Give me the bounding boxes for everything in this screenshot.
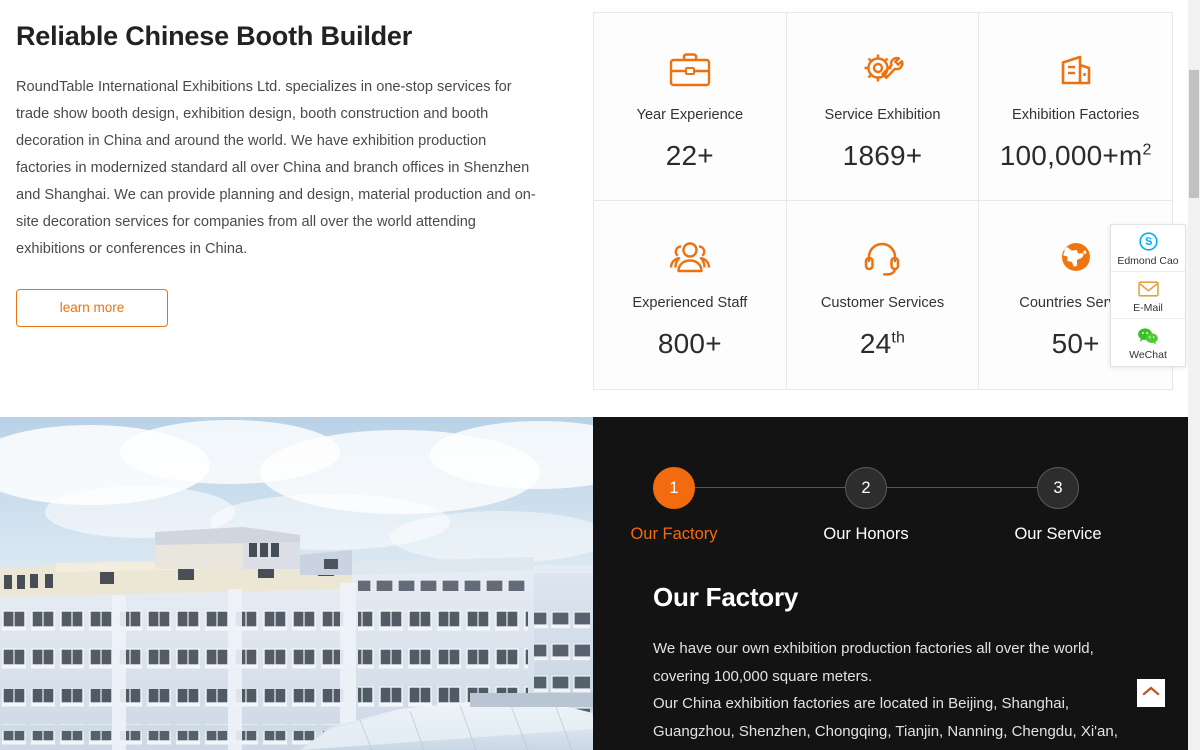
- showcase-body-line-1: We have our own exhibition production fa…: [653, 640, 1094, 685]
- gear-wrench-icon: [859, 47, 905, 91]
- contact-label: Edmond Cao: [1117, 254, 1179, 267]
- stat-label: Experienced Staff: [632, 295, 748, 311]
- wechat-icon: [1137, 326, 1159, 346]
- page-scrollbar-track[interactable]: [1188, 0, 1200, 750]
- factory-photo: [0, 417, 593, 750]
- contact-item-email[interactable]: E-Mail: [1111, 272, 1185, 319]
- showcase-heading: Our Factory: [653, 582, 799, 612]
- contact-item-wechat[interactable]: WeChat: [1111, 319, 1185, 366]
- chevron-up-icon: [1142, 684, 1160, 702]
- briefcase-icon: [667, 47, 713, 91]
- page-root: Reliable Chinese Booth Builder RoundTabl…: [0, 0, 1200, 750]
- contact-item-skype[interactable]: Edmond Cao: [1111, 225, 1185, 272]
- learn-more-button[interactable]: learn more: [16, 289, 168, 327]
- stat-value: 100,000+m2: [999, 140, 1152, 171]
- showcase-stepper: 1 2 3 Our Factory Our Honors Our Service: [630, 467, 1113, 543]
- stat-card-experienced-staff: Experienced Staff 800+: [594, 201, 787, 389]
- stat-card-year-experience: Year Experience 22+: [594, 13, 787, 201]
- stat-label: Customer Services: [820, 295, 945, 311]
- showcase-body: We have our own exhibition production fa…: [653, 635, 1153, 745]
- back-to-top-button[interactable]: [1137, 679, 1165, 707]
- page-scrollbar-thumb[interactable]: [1189, 70, 1199, 198]
- stat-value: 1869+: [842, 140, 923, 171]
- stat-value: 22+: [665, 140, 714, 171]
- globe-icon: [1054, 235, 1098, 279]
- stat-card-service-exhibition: Service Exhibition 1869+: [786, 13, 980, 201]
- step-label-our-service[interactable]: Our Service: [999, 525, 1117, 544]
- stat-label: Year Experience: [636, 107, 744, 123]
- headset-icon: [860, 235, 904, 279]
- step-label-our-honors[interactable]: Our Honors: [807, 525, 925, 544]
- about-top-section: Reliable Chinese Booth Builder RoundTabl…: [0, 0, 1188, 417]
- showcase-body-line-2: Our China exhibition factories are locat…: [653, 695, 1118, 740]
- step-label-our-factory[interactable]: Our Factory: [615, 525, 733, 544]
- showcase-panel: 1 2 3 Our Factory Our Honors Our Service…: [593, 417, 1188, 750]
- stat-value: 50+: [1051, 328, 1100, 359]
- contact-label: WeChat: [1129, 349, 1167, 361]
- stat-label: Exhibition Factories: [1011, 107, 1140, 123]
- stat-value: 24th: [859, 328, 906, 359]
- stats-grid: Year Experience 22+ Service Exhibition 1…: [593, 12, 1173, 390]
- stat-label: Service Exhibition: [824, 107, 941, 123]
- email-icon: [1137, 279, 1159, 299]
- stat-value: 800+: [657, 328, 722, 359]
- step-2-our-honors[interactable]: 2: [845, 467, 887, 509]
- intro-block: Reliable Chinese Booth Builder RoundTabl…: [16, 18, 556, 327]
- contact-label: E-Mail: [1133, 301, 1163, 314]
- step-3-our-service[interactable]: 3: [1037, 467, 1079, 509]
- factory-building-icon: [1053, 47, 1099, 91]
- factory-photo-image: [0, 417, 593, 750]
- stat-card-exhibition-factories: Exhibition Factories 100,000+m2: [979, 13, 1172, 201]
- step-1-our-factory[interactable]: 1: [653, 467, 695, 509]
- skype-icon: [1138, 232, 1158, 252]
- people-group-icon: [664, 235, 716, 279]
- page-title: Reliable Chinese Booth Builder: [16, 21, 413, 51]
- intro-paragraph: RoundTable International Exhibitions Ltd…: [16, 79, 536, 257]
- floating-contact-widget: Edmond Cao E-Mail WeChat: [1110, 224, 1186, 367]
- stat-card-customer-services: Customer Services 24th: [787, 201, 980, 389]
